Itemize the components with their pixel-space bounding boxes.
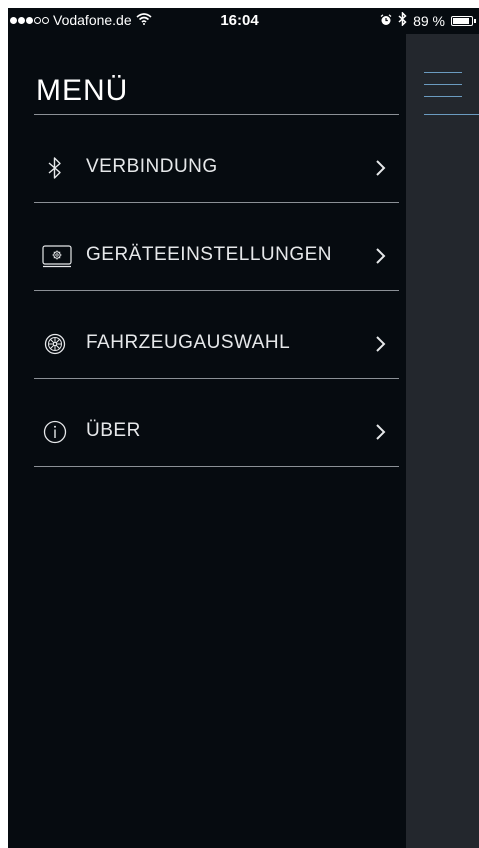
chevron-right-icon	[375, 335, 387, 353]
menu-item-fahrzeugauswahl[interactable]: FAHRZEUGAUSWAHL	[34, 291, 399, 379]
chevron-right-icon	[375, 423, 387, 441]
device-settings-icon	[42, 243, 72, 269]
menu-item-label: ÜBER	[86, 420, 141, 441]
menu-list: VERBINDUNG GERÄTEEINSTELLUNGEN FAHRZEUGA…	[34, 115, 399, 467]
battery-fill	[453, 17, 469, 24]
menu-item-verbindung[interactable]: VERBINDUNG	[34, 115, 399, 203]
wheel-icon	[42, 331, 68, 357]
info-icon	[42, 419, 68, 445]
menu-item-label: VERBINDUNG	[86, 156, 218, 177]
menu-title: MENÜ	[36, 74, 129, 107]
hamburger-bar	[424, 84, 462, 85]
status-bar-right: 89 %	[380, 11, 476, 29]
alarm-icon	[380, 13, 392, 29]
battery-icon	[451, 15, 476, 26]
menu-drawer: MENÜ VERBINDUNG GERÄTEEINSTELLUNGEN FAHR…	[8, 34, 406, 848]
chevron-right-icon	[375, 247, 387, 265]
menu-item-ueber[interactable]: ÜBER	[34, 379, 399, 467]
bluetooth-icon	[398, 11, 407, 29]
menu-item-label: FAHRZEUGAUSWAHL	[86, 332, 291, 353]
menu-item-geraeteeinstellungen[interactable]: GERÄTEEINSTELLUNGEN	[34, 203, 399, 291]
header-divider	[424, 114, 479, 115]
bluetooth-icon	[42, 155, 68, 181]
content-panel-peek[interactable]	[406, 34, 479, 848]
hamburger-bar	[424, 72, 462, 73]
hamburger-menu-icon[interactable]	[424, 70, 464, 110]
battery-percent: 89 %	[413, 12, 445, 29]
status-bar: Vodafone.de 16:04 89 %	[8, 8, 479, 34]
phone-screen: Vodafone.de 16:04 89 % MENÜ VERBINDUNG G…	[8, 8, 479, 848]
menu-item-label: GERÄTEEINSTELLUNGEN	[86, 244, 332, 265]
chevron-right-icon	[375, 159, 387, 177]
hamburger-bar	[424, 96, 462, 97]
status-time: 16:04	[220, 12, 259, 29]
